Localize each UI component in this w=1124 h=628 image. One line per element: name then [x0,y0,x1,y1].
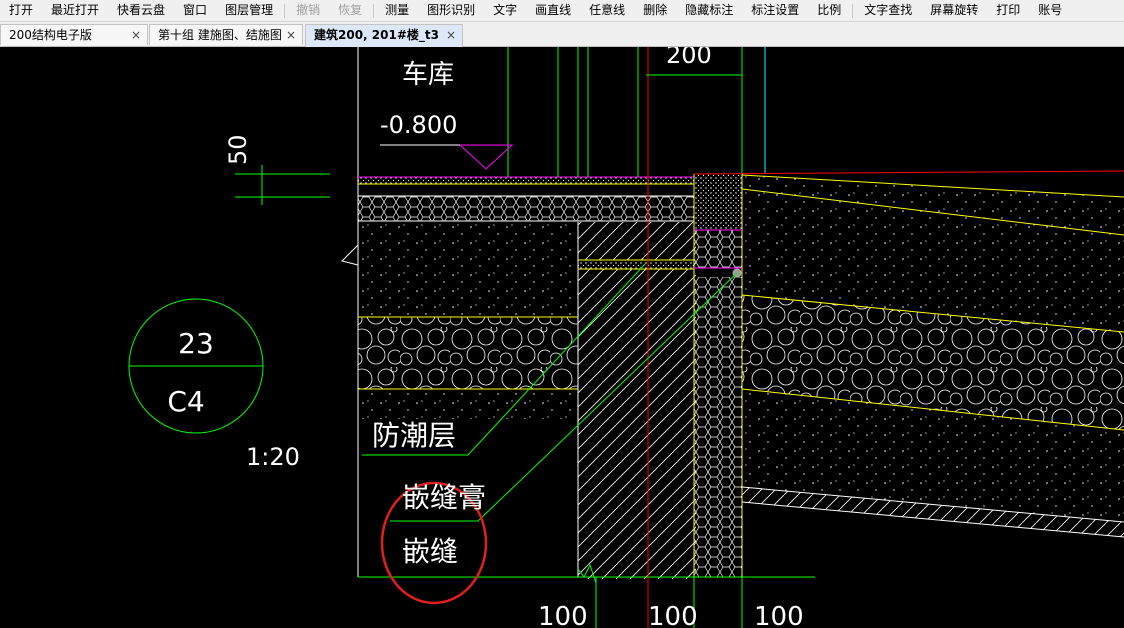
menu-item-6: 恢复 [338,2,363,17]
menu-item-11[interactable]: 任意线 [580,0,634,22]
dimension-50: 50 [224,134,252,165]
menu-item-9[interactable]: 文字 [484,0,526,22]
layer-ground-fill [742,175,1124,537]
menu-item-7[interactable]: 测量 [376,0,418,22]
menu-item-17[interactable]: 屏幕旋转 [921,0,987,22]
elevation-label: -0.800 [380,111,457,139]
scale-label: 1:20 [246,443,300,471]
menu-item-2[interactable]: 快看云盘 [108,0,174,22]
menu-item-3[interactable]: 窗口 [174,0,216,22]
menu-item-12[interactable]: 删除 [634,0,676,22]
menu-item-8[interactable]: 图形识别 [418,0,484,22]
menu-item-15[interactable]: 比例 [808,0,850,22]
menu-item-0[interactable]: 打开 [0,0,42,22]
layer-floor-fill [358,174,742,579]
tab-group-ten-drawings[interactable]: 第十组 建施图、结施图 × [149,24,303,45]
callout-number: 23 [178,327,214,360]
menu-item-4[interactable]: 图层管理 [216,0,282,22]
callout-sheet: C4 [167,385,204,418]
menu-separator [852,3,854,18]
menu-bar: 打开 最近打开 快看云盘 窗口 图层管理 撤销 恢复 测量 图形识别 文字 画直线 任意线 删除 隐藏标注… [0,0,1124,22]
label-sealant: 嵌缝膏 [402,481,486,514]
menu-item-10[interactable]: 画直线 [526,0,580,22]
tab-building-200-201[interactable]: 建筑200, 201#楼_t3 × [305,24,463,47]
room-label: 车库 [402,60,454,90]
dimension-bottom-1: 100 [538,602,588,628]
menu-item-19[interactable]: 账号 [1029,0,1071,22]
tab-bar: 200结构电子版 × 第十组 建施图、结施图 × 建筑200, 201#楼_t3… [0,22,1124,47]
menu-separator [284,3,286,18]
tab-label: 第十组 建施图、结施图 [158,28,282,42]
menu-item-1[interactable]: 最近打开 [42,0,108,22]
dimension-200: 200 [666,47,712,69]
label-joint: 嵌缝 [402,535,458,568]
tab-label: 建筑200, 201#楼_t3 [314,28,439,42]
close-icon[interactable]: × [446,25,456,45]
menu-separator [373,3,375,18]
menu-item-16[interactable]: 文字查找 [855,0,921,22]
menu-item-13[interactable]: 隐藏标注 [676,0,742,22]
label-damp-proof: 防潮层 [372,419,456,452]
drawing-canvas[interactable]: 车库 -0.800 50 200 23 C4 1:20 防潮层 嵌缝膏 嵌缝 1… [0,47,1124,628]
menu-item-14[interactable]: 标注设置 [742,0,808,22]
dimension-bottom-2: 100 [648,602,698,628]
menu-item-18[interactable]: 打印 [987,0,1029,22]
tab-structure-electronic[interactable]: 200结构电子版 × [0,24,148,45]
dimension-bottom-3: 100 [754,602,804,628]
tab-label: 200结构电子版 [9,28,92,42]
close-icon[interactable]: × [286,25,296,45]
menu-item-5: 撤销 [296,2,321,17]
close-icon[interactable]: × [131,25,141,45]
